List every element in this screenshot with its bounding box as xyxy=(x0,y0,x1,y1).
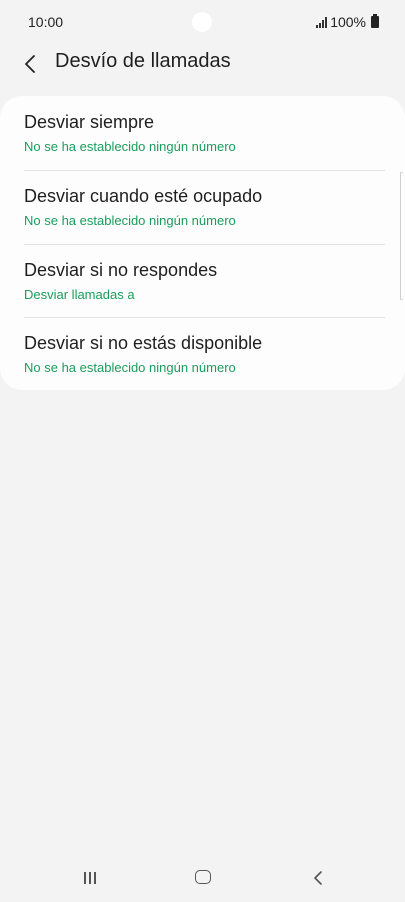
option-title: Desviar si no respondes xyxy=(24,260,218,280)
divider xyxy=(24,317,385,318)
option-title: Desviar si no estás disponible xyxy=(24,333,263,353)
option-forward-busy[interactable]: Desviar cuando esté ocupado No se ha est… xyxy=(0,172,405,244)
navigation-bar xyxy=(0,858,405,898)
app-header: Desvío de llamadas xyxy=(0,44,405,82)
page-title: Desvío de llamadas xyxy=(55,50,231,72)
divider xyxy=(24,170,385,171)
status-bar: 10:00 100% xyxy=(0,0,405,46)
option-subtitle: No se ha establecido ningún número xyxy=(24,213,236,228)
status-indicators: 100% xyxy=(316,14,379,30)
option-forward-unavailable[interactable]: Desviar si no estás disponible No se ha … xyxy=(0,319,405,390)
back-icon[interactable] xyxy=(310,869,328,887)
call-forwarding-options: Desviar siempre No se ha establecido nin… xyxy=(0,96,405,390)
status-time: 10:00 xyxy=(28,14,64,30)
battery-percentage: 100% xyxy=(330,14,366,30)
recents-icon[interactable] xyxy=(82,870,98,886)
divider xyxy=(24,244,385,245)
camera-cutout xyxy=(192,12,212,32)
signal-icon xyxy=(316,16,328,28)
option-forward-always[interactable]: Desviar siempre No se ha establecido nin… xyxy=(0,98,405,170)
battery-icon xyxy=(371,14,379,28)
option-subtitle: Desviar llamadas a xyxy=(24,287,135,302)
option-subtitle: No se ha establecido ningún número xyxy=(24,139,236,154)
option-subtitle: No se ha establecido ningún número xyxy=(24,360,236,375)
chevron-left-icon xyxy=(25,55,35,73)
option-forward-no-answer[interactable]: Desviar si no respondes Desviar llamadas… xyxy=(0,246,405,318)
option-title: Desviar siempre xyxy=(24,112,155,132)
option-title: Desviar cuando esté ocupado xyxy=(24,186,263,206)
home-icon[interactable] xyxy=(195,870,211,884)
back-button[interactable] xyxy=(18,48,46,78)
scroll-indicator[interactable] xyxy=(400,172,403,300)
